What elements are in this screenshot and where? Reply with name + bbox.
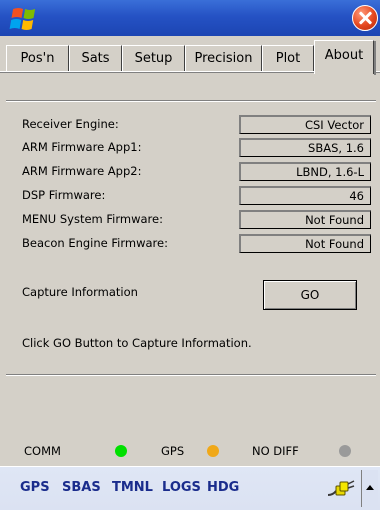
diff-status-indicator [339, 445, 351, 457]
receiver-engine-value: CSI Vector [239, 115, 371, 134]
beacon-engine-firmware-value: Not Found [239, 234, 371, 253]
gps-status-label: GPS [161, 444, 185, 458]
tab-about[interactable]: About [314, 40, 376, 75]
title-bar [0, 0, 380, 36]
capture-information-label: Capture Information [22, 285, 138, 299]
dsp-firmware-value: 46 [239, 186, 371, 205]
plug-icon[interactable] [327, 477, 357, 499]
go-button[interactable]: GO [263, 280, 357, 310]
comm-status-label: COMM [24, 444, 61, 458]
arm-firmware-app2-value: LBND, 1.6-L [239, 162, 371, 181]
capture-instructions: Click GO Button to Capture Information. [22, 336, 252, 350]
comm-status-indicator [115, 445, 127, 457]
sbas-command[interactable]: SBAS [62, 480, 101, 495]
panel-divider [6, 100, 376, 102]
tab-precision[interactable]: Precision [185, 45, 262, 71]
receiver-engine-label: Receiver Engine: [22, 117, 119, 131]
arm-firmware-app1-value: SBAS, 1.6 [239, 138, 371, 157]
tab-setup[interactable]: Setup [122, 45, 185, 71]
gps-command[interactable]: GPS [20, 480, 50, 495]
beacon-engine-firmware-label: Beacon Engine Firmware: [22, 236, 168, 250]
menu-system-firmware-value: Not Found [239, 210, 371, 229]
tmnl-command[interactable]: TMNL [112, 480, 153, 495]
tab-sats[interactable]: Sats [69, 45, 122, 71]
menu-system-firmware-label: MENU System Firmware: [22, 212, 163, 226]
chevron-up-icon[interactable] [361, 470, 378, 507]
tab-plot[interactable]: Plot [262, 45, 314, 71]
close-icon[interactable] [352, 5, 378, 31]
windows-start-icon[interactable] [6, 4, 42, 32]
tab-posn[interactable]: Pos'n [6, 45, 69, 71]
arm-firmware-app2-label: ARM Firmware App2: [22, 164, 142, 178]
status-divider [6, 374, 376, 376]
hdg-command[interactable]: HDG [207, 480, 239, 495]
gps-status-indicator [207, 445, 219, 457]
arm-firmware-app1-label: ARM Firmware App1: [22, 140, 142, 154]
diff-status-label: NO DIFF [252, 444, 299, 458]
logs-command[interactable]: LOGS [162, 480, 201, 495]
dsp-firmware-label: DSP Firmware: [22, 188, 106, 202]
